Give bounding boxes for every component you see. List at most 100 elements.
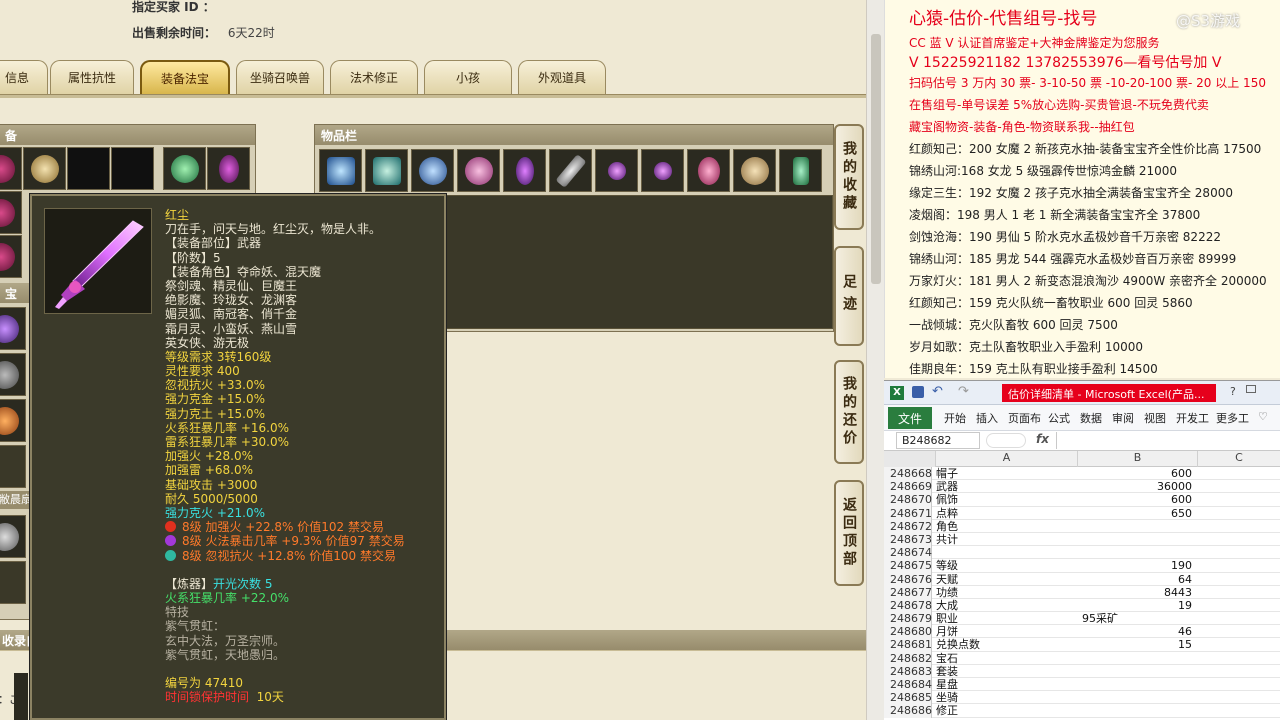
row-number[interactable]: 248682 bbox=[884, 651, 932, 665]
table-row[interactable]: 248686 修正 bbox=[884, 704, 1280, 718]
inventory-slot[interactable] bbox=[457, 149, 500, 192]
scrollbar-thumb[interactable] bbox=[871, 34, 881, 284]
table-row[interactable]: 248673 共计 bbox=[884, 532, 1280, 547]
equip-slot[interactable] bbox=[163, 147, 206, 190]
table-row[interactable]: 248682 宝石 bbox=[884, 651, 1280, 665]
cell-b[interactable]: 8443 bbox=[1078, 586, 1196, 599]
vertical-scrollbar[interactable] bbox=[866, 0, 884, 720]
cell-b[interactable]: 600 bbox=[1078, 467, 1196, 480]
cell-a[interactable]: 角色 bbox=[936, 520, 1076, 533]
cell-a[interactable]: 大成 bbox=[936, 599, 1076, 612]
cell-b[interactable]: 36000 bbox=[1078, 480, 1196, 493]
cell-b[interactable]: 46 bbox=[1078, 625, 1196, 638]
row-number[interactable]: 248685 bbox=[884, 691, 932, 705]
my-favorites-button[interactable]: 我的收藏 bbox=[834, 124, 864, 230]
restore-icon[interactable] bbox=[1246, 385, 1256, 393]
fx-icon[interactable]: fx bbox=[1036, 432, 1049, 446]
column-header-c[interactable]: C bbox=[1198, 451, 1280, 467]
tab-insert[interactable]: 插入 bbox=[976, 410, 998, 426]
row-number[interactable]: 248684 bbox=[884, 678, 932, 692]
equip-slot[interactable] bbox=[111, 147, 154, 190]
inventory-slot[interactable] bbox=[733, 149, 776, 192]
tab-view[interactable]: 视图 bbox=[1144, 410, 1166, 426]
cell-a[interactable]: 套装 bbox=[936, 665, 1076, 678]
cell-a[interactable]: 坐骑 bbox=[936, 691, 1076, 704]
formula-input[interactable] bbox=[1056, 432, 1278, 449]
row-number[interactable]: 248677 bbox=[884, 585, 932, 599]
tab-attributes[interactable]: 属性抗性 bbox=[50, 60, 134, 94]
collapse-icon[interactable]: ♡ bbox=[1258, 410, 1268, 423]
tab-children[interactable]: 小孩 bbox=[424, 60, 512, 94]
cell-b[interactable]: 190 bbox=[1078, 559, 1196, 572]
table-row[interactable]: 248678 大成 19 bbox=[884, 598, 1280, 613]
row-number[interactable]: 248672 bbox=[884, 519, 932, 533]
cell-a[interactable]: 功绩 bbox=[936, 586, 1076, 599]
equip-slot[interactable] bbox=[0, 235, 22, 278]
tab-spell-correction[interactable]: 法术修正 bbox=[330, 60, 418, 94]
inventory-slot[interactable] bbox=[641, 149, 684, 192]
cell-b[interactable]: 600 bbox=[1078, 493, 1196, 506]
row-number[interactable]: 248676 bbox=[884, 572, 932, 586]
cell-a[interactable]: 佩饰 bbox=[936, 493, 1076, 506]
cell-a[interactable]: 帽子 bbox=[936, 467, 1076, 480]
cell-a[interactable]: 点粹 bbox=[936, 507, 1076, 520]
table-row[interactable]: 248683 套装 bbox=[884, 664, 1280, 678]
table-row[interactable]: 248669 武器 36000 bbox=[884, 480, 1280, 494]
row-number[interactable]: 248678 bbox=[884, 598, 932, 613]
row-number[interactable]: 248683 bbox=[884, 664, 932, 678]
select-all-corner[interactable] bbox=[884, 451, 936, 467]
row-number[interactable]: 248680 bbox=[884, 625, 932, 639]
inventory-slot[interactable] bbox=[595, 149, 638, 192]
row-number[interactable]: 248670 bbox=[884, 493, 932, 507]
row-number[interactable]: 248668 bbox=[884, 467, 932, 481]
table-row[interactable]: 248671 点粹 650 bbox=[884, 506, 1280, 520]
treasure-slot[interactable] bbox=[0, 561, 26, 604]
equip-slot[interactable] bbox=[207, 147, 250, 190]
my-counteroffer-button[interactable]: 我的还价 bbox=[834, 360, 864, 464]
tab-home[interactable]: 开始 bbox=[944, 410, 966, 426]
tab-review[interactable]: 审阅 bbox=[1112, 410, 1134, 426]
table-row[interactable]: 248668 帽子 600 bbox=[884, 467, 1280, 481]
treasure-slot[interactable] bbox=[0, 353, 26, 396]
equip-slot[interactable] bbox=[67, 147, 110, 190]
treasure-slot[interactable] bbox=[0, 307, 26, 350]
equip-slot[interactable] bbox=[23, 147, 66, 190]
cell-a[interactable]: 职业 bbox=[936, 612, 1076, 625]
table-row[interactable]: 248680 月饼 46 bbox=[884, 625, 1280, 639]
table-row[interactable]: 248675 等级 190 bbox=[884, 559, 1280, 573]
table-row[interactable]: 248674 bbox=[884, 546, 1280, 560]
inventory-slot[interactable] bbox=[319, 149, 362, 192]
name-box[interactable]: B248682 bbox=[896, 432, 980, 449]
table-row[interactable]: 248685 坐骑 bbox=[884, 691, 1280, 705]
inventory-slot[interactable] bbox=[503, 149, 546, 192]
row-number[interactable]: 248675 bbox=[884, 559, 932, 573]
tab-info[interactable]: 信息 bbox=[0, 60, 48, 94]
cell-a[interactable]: 共计 bbox=[936, 533, 1076, 546]
cell-a[interactable]: 等级 bbox=[936, 559, 1076, 572]
treasure-slot[interactable] bbox=[0, 515, 26, 558]
cell-b[interactable]: 15 bbox=[1078, 638, 1196, 651]
help-icon[interactable]: ? bbox=[1230, 385, 1236, 398]
row-number[interactable]: 248674 bbox=[884, 546, 932, 560]
save-icon[interactable] bbox=[912, 386, 924, 398]
table-row[interactable]: 248679 职业 95采矿 bbox=[884, 612, 1280, 626]
table-row[interactable]: 248672 角色 bbox=[884, 519, 1280, 533]
table-row[interactable]: 248676 天赋 64 bbox=[884, 572, 1280, 586]
treasure-slot[interactable] bbox=[0, 445, 26, 488]
table-row[interactable]: 248681 兑换点数 15 bbox=[884, 638, 1280, 652]
cell-a[interactable]: 修正 bbox=[936, 704, 1076, 717]
cell-a[interactable]: 兑换点数 bbox=[936, 638, 1076, 651]
tab-appearance[interactable]: 外观道具 bbox=[518, 60, 606, 94]
row-number[interactable]: 248686 bbox=[884, 704, 932, 718]
row-number[interactable]: 248679 bbox=[884, 612, 932, 626]
tab-more-tools[interactable]: 更多工 bbox=[1216, 410, 1249, 426]
tab-equipment[interactable]: 装备法宝 bbox=[140, 60, 230, 94]
cell-b[interactable]: 650 bbox=[1078, 507, 1196, 520]
tab-developer[interactable]: 开发工 bbox=[1176, 410, 1209, 426]
row-number[interactable]: 248681 bbox=[884, 638, 932, 652]
cell-b[interactable]: 95采矿 bbox=[1078, 612, 1196, 625]
table-row[interactable]: 248684 星盘 bbox=[884, 678, 1280, 692]
column-header-a[interactable]: A bbox=[936, 451, 1078, 467]
treasure-slot[interactable] bbox=[0, 399, 26, 442]
footprint-button[interactable]: 足迹 bbox=[834, 246, 864, 346]
